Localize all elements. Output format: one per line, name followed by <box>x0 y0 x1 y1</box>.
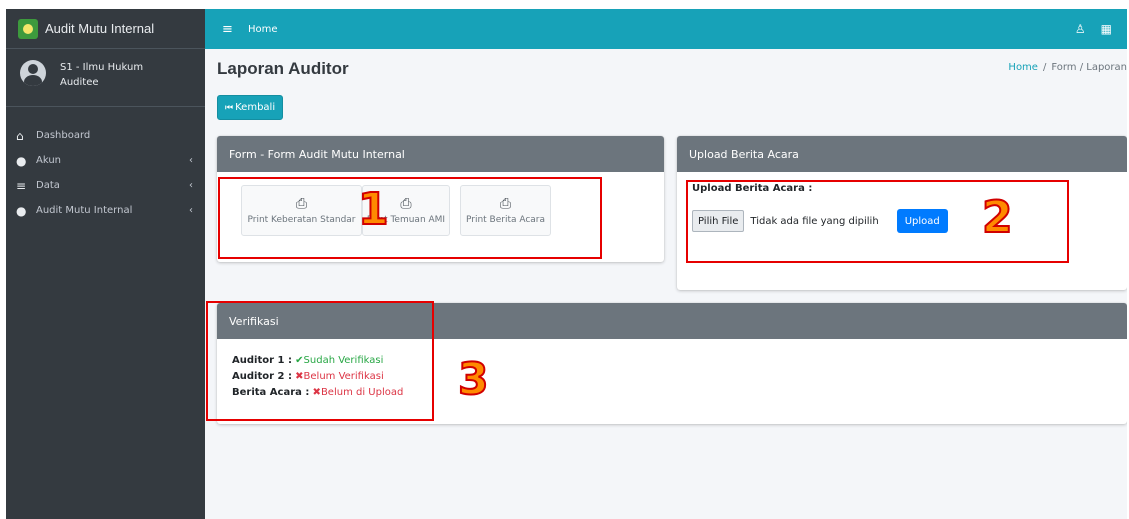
annotation-number-3: 3 <box>457 354 490 405</box>
verification-card: Verifikasi Auditor 1 : ✔Sudah Verifikasi… <box>217 303 1127 424</box>
sidebar-item-akun[interactable]: ● Akun ‹ <box>6 148 205 173</box>
page-title: Laporan Auditor <box>217 59 349 78</box>
breadcrumb: Home / Form / Laporan <box>1008 62 1127 73</box>
user-panel: S1 - Ilmu Hukum Auditee <box>6 49 205 107</box>
sidebar-item-audit-mutu-internal[interactable]: ● Audit Mutu Internal ‹ <box>6 198 205 223</box>
sidebar-item-data[interactable]: ≡ Data ‹ <box>6 173 205 198</box>
upload-button[interactable]: Upload <box>896 209 948 233</box>
printer-icon: ⎙ <box>295 196 308 212</box>
upload-label: Upload Berita Acara : <box>692 183 813 194</box>
sidebar-item-label: Data <box>36 180 60 191</box>
fast-backward-icon: ⏮ <box>225 102 234 113</box>
user-menu-icon[interactable]: ♙ <box>1075 22 1086 36</box>
verification-row-berita-acara: Berita Acara : ✖Belum di Upload <box>232 385 1127 401</box>
upload-body: Upload Berita Acara : Pilih File Tidak a… <box>677 172 1127 233</box>
sidebar-item-label: Dashboard <box>36 130 91 141</box>
sidebar: Audit Mutu Internal S1 - Ilmu Hukum Audi… <box>6 9 205 519</box>
sidebar-nav: ⌂ Dashboard ● Akun ‹ ≡ Data ‹ ● Audit Mu… <box>6 107 205 223</box>
sidebar-item-dashboard[interactable]: ⌂ Dashboard <box>6 123 205 148</box>
breadcrumb-home-link[interactable]: Home <box>1008 62 1038 73</box>
breadcrumb-current: Form / Laporan <box>1051 62 1127 73</box>
cross-icon: ✖ <box>312 387 321 398</box>
chevron-left-icon: ‹ <box>189 205 193 216</box>
app-frame: Audit Mutu Internal S1 - Ilmu Hukum Audi… <box>6 9 1127 519</box>
main-content: Laporan Auditor Home / Form / Laporan ⏮ Ke… <box>205 49 1127 519</box>
back-button[interactable]: ⏮ Kembali <box>217 95 284 120</box>
home-icon: ⌂ <box>16 128 24 143</box>
verification-row-auditor-2: Auditor 2 : ✖Belum Verifikasi <box>232 369 1127 385</box>
chevron-left-icon: ‹ <box>189 180 193 191</box>
top-home-link[interactable]: Home <box>248 24 278 35</box>
form-card: Form - Form Audit Mutu Internal ⎙ Print … <box>217 136 664 262</box>
database-icon: ≡ <box>16 178 27 193</box>
user-info: S1 - Ilmu Hukum Auditee <box>60 60 143 90</box>
verification-card-header: Verifikasi <box>217 303 1127 339</box>
printer-icon: ⎙ <box>499 196 512 212</box>
print-button-label: Print Keberatan Standar <box>247 215 356 225</box>
choose-file-button[interactable]: Pilih File <box>692 210 745 232</box>
verification-label: Berita Acara : <box>232 387 310 398</box>
sidebar-item-label: Akun <box>36 155 61 166</box>
upload-card: Upload Berita Acara Upload Berita Acara … <box>677 136 1127 290</box>
brand[interactable]: Audit Mutu Internal <box>6 9 205 49</box>
verification-status: Sudah Verifikasi <box>303 355 384 366</box>
verification-body: Auditor 1 : ✔Sudah Verifikasi Auditor 2 … <box>217 339 1127 401</box>
chevron-left-icon: ‹ <box>189 155 193 166</box>
top-navbar: ≡ Home ♙ ▦ <box>205 9 1127 49</box>
sidebar-item-label: Audit Mutu Internal <box>36 205 133 216</box>
user-icon: ● <box>16 153 27 168</box>
print-button-label: Print Berita Acara <box>465 215 546 225</box>
cross-icon: ✖ <box>295 371 304 382</box>
user-name[interactable]: S1 - Ilmu Hukum <box>60 60 143 75</box>
form-card-header: Form - Form Audit Mutu Internal <box>217 136 664 172</box>
verification-status: Belum di Upload <box>320 387 404 398</box>
print-keberatan-button[interactable]: ⎙ Print Keberatan Standar <box>241 185 362 236</box>
verification-label: Auditor 2 : <box>232 371 292 382</box>
annotation-number-2: 2 <box>981 192 1014 243</box>
brand-logo <box>18 18 38 39</box>
printer-icon: ⎙ <box>400 196 412 212</box>
verification-row-auditor-1: Auditor 1 : ✔Sudah Verifikasi <box>232 353 1127 369</box>
back-button-label: Kembali <box>235 102 276 113</box>
verification-status: Belum Verifikasi <box>303 371 384 382</box>
upload-row: Pilih File Tidak ada file yang dipilih U… <box>692 209 1127 233</box>
verification-label: Auditor 1 : <box>232 355 292 366</box>
hamburger-menu-icon[interactable]: ≡ <box>222 22 234 37</box>
users-icon: ● <box>16 203 27 218</box>
check-icon: ✔ <box>295 355 304 366</box>
print-berita-acara-button[interactable]: ⎙ Print Berita Acara <box>460 185 551 236</box>
top-right-tools: ♙ ▦ <box>1075 22 1127 36</box>
grid-icon[interactable]: ▦ <box>1101 22 1112 36</box>
avatar <box>20 60 46 86</box>
brand-title: Audit Mutu Internal <box>45 21 155 36</box>
breadcrumb-separator: / <box>1042 62 1047 73</box>
user-role: Auditee <box>60 77 99 88</box>
annotation-number-1: 1 <box>357 184 390 235</box>
file-status: Tidak ada file yang dipilih <box>750 215 879 227</box>
print-button-row: ⎙ Print Keberatan Standar ⎙ Print Temuan… <box>217 172 664 236</box>
upload-card-header: Upload Berita Acara <box>677 136 1127 172</box>
